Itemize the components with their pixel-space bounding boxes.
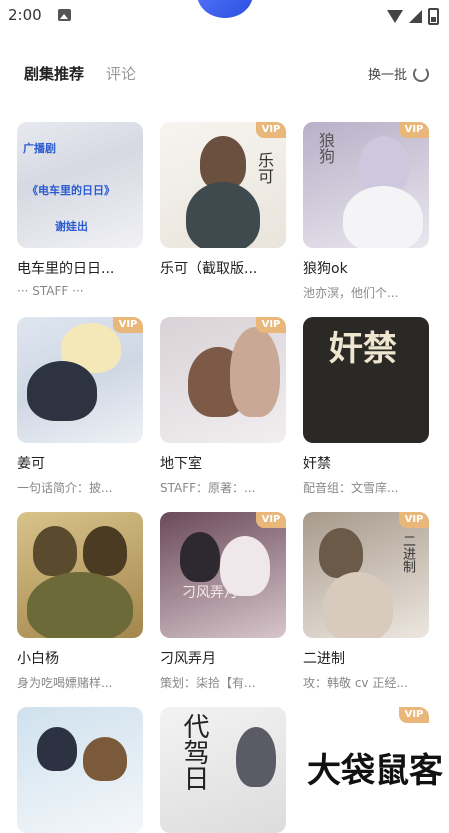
vip-badge: VIP [399, 122, 429, 138]
tab-bar: 剧集推荐 评论 [24, 63, 136, 84]
figure-shape [186, 182, 260, 248]
card-subtitle: 攻：韩敬 cv 正经... [303, 676, 408, 690]
card-item[interactable]: 代驾日 [160, 707, 286, 833]
tab-recommend[interactable]: 剧集推荐 [24, 63, 84, 84]
cover-text: 刁风弄月 [182, 585, 238, 601]
cover-text: 广播剧 [23, 142, 56, 155]
card-subtitle: 配音组：文雪庠... [303, 481, 399, 495]
card-title: 电车里的日日... [17, 261, 115, 277]
watermark-text: 大袋鼠客 [307, 751, 443, 791]
vip-badge: VIP [399, 512, 429, 528]
cover-image: 乐可 VIP [160, 122, 286, 248]
gallery-icon [58, 9, 71, 21]
watermark: 大袋鼠客 [307, 743, 443, 792]
cover-image: 刁风弄月 VIP [160, 512, 286, 638]
refresh-icon [413, 65, 429, 82]
card-item[interactable]: 二进制 VIP 二进制 攻：韩敬 cv 正经... [303, 512, 429, 691]
card-item[interactable]: VIP 姜可 一句话简介：披... [17, 317, 143, 496]
card-title: 狼狗ok [303, 261, 348, 277]
vip-badge: VIP [113, 317, 143, 333]
cover-image: 二进制 VIP [303, 512, 429, 638]
vip-badge: VIP [256, 317, 286, 333]
cover-image: 奸禁 [303, 317, 429, 443]
card-subtitle: 池亦溟，他们个... [303, 286, 399, 300]
vip-badge: VIP [399, 707, 429, 723]
figure-shape [83, 526, 127, 576]
cover-text: 狼狗 [316, 132, 335, 164]
card-title: 小白杨 [17, 651, 59, 667]
cover-image: 代驾日 [160, 707, 286, 833]
card-subtitle: 策划：柒拾【有... [160, 676, 256, 690]
figure-shape [37, 727, 77, 771]
wifi-icon [387, 10, 403, 23]
card-item[interactable]: 乐可 VIP 乐可（截取版... [160, 122, 286, 284]
cover-image: VIP [17, 317, 143, 443]
figure-shape [230, 327, 280, 417]
cover-image [17, 512, 143, 638]
refresh-label: 换一批 [367, 68, 407, 83]
status-icons [387, 8, 439, 25]
card-subtitle: 一句话简介：披... [17, 481, 113, 495]
card-title: 乐可（截取版... [160, 261, 258, 277]
card-item[interactable]: VIP 地下室 STAFF：原著：... [160, 317, 286, 496]
card-title: 二进制 [303, 651, 345, 667]
figure-shape [343, 186, 423, 248]
figure-shape [319, 528, 363, 578]
status-time: 2:00 [8, 6, 42, 24]
cover-text: 谢娃出 [55, 220, 88, 233]
cover-image: 广播剧 《电车里的日日》 谢娃出 [17, 122, 143, 248]
card-item[interactable] [17, 707, 143, 833]
cover-text: 乐可 [255, 152, 274, 184]
card-item[interactable]: 广播剧 《电车里的日日》 谢娃出 电车里的日日... ··· STAFF ··· [17, 122, 143, 298]
cover-image: 狼狗 VIP [303, 122, 429, 248]
figure-shape [27, 361, 97, 421]
card-title: 地下室 [160, 456, 202, 472]
card-item[interactable]: 狼狗 VIP 狼狗ok 池亦溟，他们个... [303, 122, 429, 301]
cover-image: VIP [160, 317, 286, 443]
refresh-button[interactable]: 换一批 [368, 64, 429, 83]
card-subtitle: STAFF：原著：... [160, 481, 256, 495]
cover-text: 二进制 [400, 534, 415, 573]
cover-image [17, 707, 143, 833]
battery-icon [428, 8, 439, 25]
card-title: 刁风弄月 [160, 651, 216, 667]
card-subtitle: 身为吃喝嫖赌样... [17, 676, 113, 690]
cover-text: 《电车里的日日》 [27, 184, 115, 197]
card-item[interactable]: 刁风弄月 VIP 刁风弄月 策划：柒拾【有... [160, 512, 286, 691]
card-title: 奸禁 [303, 456, 331, 472]
cover-text: 奸禁 [329, 329, 397, 369]
figure-shape [27, 572, 133, 638]
status-bar: 2:00 [0, 0, 449, 32]
card-title: 姜可 [17, 456, 45, 472]
figure-shape [33, 526, 77, 576]
signal-icon [409, 10, 422, 23]
card-item[interactable]: 小白杨 身为吃喝嫖赌样... [17, 512, 143, 691]
cover-text: 代驾日 [179, 713, 209, 791]
figure-shape [83, 737, 127, 781]
figure-shape [323, 572, 393, 638]
vip-badge: VIP [256, 512, 286, 528]
vip-badge: VIP [256, 122, 286, 138]
floating-blob [197, 0, 253, 18]
card-item[interactable]: 奸禁 奸禁 配音组：文雪庠... [303, 317, 429, 496]
figure-shape [236, 727, 276, 787]
card-subtitle: ··· STAFF ··· [17, 284, 84, 298]
figure-shape [180, 532, 220, 582]
tab-comments[interactable]: 评论 [106, 63, 136, 84]
